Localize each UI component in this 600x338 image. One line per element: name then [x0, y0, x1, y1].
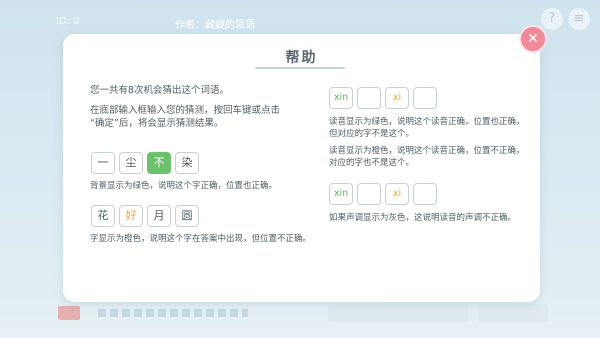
example2-char-4: 圆 [175, 205, 199, 227]
pinyin1-cell-3: xi [385, 87, 409, 109]
pinyin2-cell-2 [357, 183, 381, 205]
help-dialog: 帮助 您一共有8次机会猜出这个词语。 在底部输入框输入您的猜测，按回车键或点击 … [63, 34, 540, 302]
menu-icon[interactable]: ≡ [568, 8, 590, 30]
help-icon[interactable]: ? [541, 8, 563, 30]
title-underline [255, 67, 345, 69]
background-badge [58, 306, 80, 320]
pinyin2-cell-3: xi [385, 183, 409, 205]
intro-line-1: 您一共有8次机会猜出这个词语。 [90, 85, 230, 96]
close-icon[interactable]: ✕ [519, 25, 547, 53]
example1-char-4: 染 [175, 152, 199, 174]
intro-line-2: 在底部输入框输入您的猜测，按回车键或点击 [90, 105, 281, 116]
pinyin1-caption2-line2: 对应的字也不是这个。 [329, 158, 415, 168]
example2-char-1: 花 [91, 205, 115, 227]
pinyin2-cell-1: xin [329, 183, 353, 205]
confirm-button[interactable] [478, 304, 548, 322]
author-label: 作者：藏藏的思语 [175, 20, 255, 31]
dialog-title: 帮助 [285, 50, 318, 66]
example1-caption: 背景显示为绿色，说明这个字正确，位置也正确。 [90, 181, 278, 191]
pinyin2-cell-4 [413, 183, 437, 205]
background-input-area [58, 300, 548, 330]
pinyin1-caption1-line1: 读音显示为绿色，说明这个读音正确，位置也正确， [329, 117, 525, 127]
puzzle-id: ID: 0 [56, 16, 80, 27]
pinyin1-caption2-line1: 读音显示为橙色，说明这个读音正确，位置不正确， [329, 146, 525, 156]
example1-char-2: 尘 [119, 152, 143, 174]
pinyin1-cell-2 [357, 87, 381, 109]
example2-char-3: 月 [147, 205, 171, 227]
example2-char-2-present: 好 [119, 205, 143, 227]
pinyin1-cell-1: xin [329, 87, 353, 109]
guess-input[interactable] [328, 304, 468, 322]
example1-char-1: 一 [91, 152, 115, 174]
example2-caption: 字显示为橙色，说明这个字在答案中出现，但位置不正确。 [90, 234, 312, 244]
pinyin1-caption1-line2: 但对应的字不是这个。 [329, 129, 415, 139]
pinyin1-cell-4 [413, 87, 437, 109]
example1-char-3-correct: 不 [147, 152, 171, 174]
pinyin2-caption: 如果声调显示为灰色，这说明读音的声调不正确。 [329, 213, 517, 223]
intro-line-3: “确定”后，将会显示猜测结果。 [90, 118, 224, 129]
attempt-dots [98, 309, 248, 317]
